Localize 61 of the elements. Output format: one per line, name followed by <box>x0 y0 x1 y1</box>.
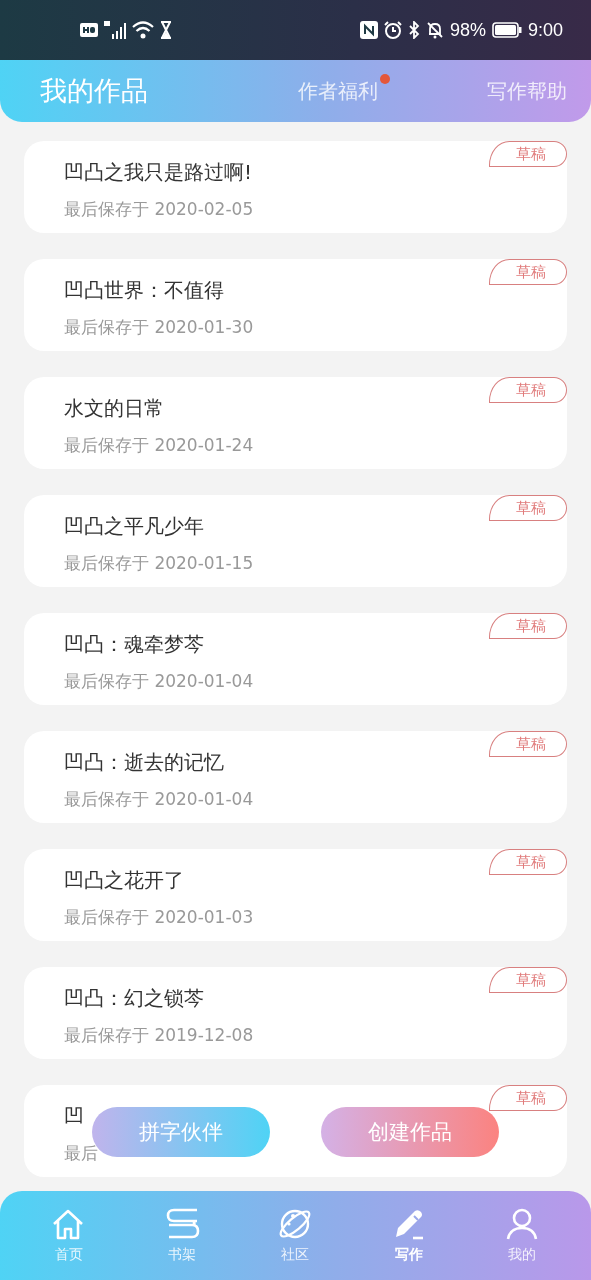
work-card[interactable]: 凹凸之我只是路过啊! 最后保存于 2020-02-05 草稿 <box>24 141 567 233</box>
save-date: 最后保存于 2020-01-03 <box>64 906 255 929</box>
work-title: 凹凸：幻之锁芩 <box>64 985 205 1012</box>
work-title: 凹凸之我只是路过啊! <box>64 159 254 186</box>
save-date: 最后保存于 2020-01-15 <box>64 552 255 575</box>
work-card[interactable]: 凹凸：幻之锁芩 最后保存于 2019-12-08 草稿 <box>24 967 567 1059</box>
draft-tag: 草稿 <box>489 1085 567 1111</box>
work-title: 凹凸之花开了 <box>64 867 185 894</box>
hourglass-icon <box>160 21 172 39</box>
nav-label: 书架 <box>168 1246 197 1264</box>
work-card[interactable]: 凹凸世界：不值得 最后保存于 2020-01-30 草稿 <box>24 259 567 351</box>
nav-tab[interactable]: 写作 <box>368 1207 449 1264</box>
work-card[interactable]: 凹凸：逝去的记忆 最后保存于 2020-01-04 草稿 <box>24 731 567 823</box>
bluetooth-icon <box>407 21 420 39</box>
work-title: 凹凸之平凡少年 <box>64 513 205 540</box>
clock-time: 9:00 <box>527 19 563 41</box>
battery-icon <box>491 22 522 38</box>
work-title: 凹 <box>64 1103 85 1130</box>
nav-label: 社区 <box>281 1246 310 1264</box>
work-card[interactable]: 水文的日常 最后保存于 2020-01-24 草稿 <box>24 377 567 469</box>
person-icon <box>504 1207 540 1242</box>
tab[interactable]: 写作帮助 <box>487 75 567 107</box>
save-date: 最后保存于 2020-01-24 <box>64 434 255 457</box>
tab[interactable]: 我的作品 <box>40 71 148 111</box>
nav-label: 我的 <box>508 1246 537 1264</box>
draft-tag: 草稿 <box>489 141 567 167</box>
wifi-icon <box>132 21 154 39</box>
nfc-icon <box>359 21 378 39</box>
work-card[interactable]: 凹凸之花开了 最后保存于 2020-01-03 草稿 <box>24 849 567 941</box>
save-date: 最后保存于 2020-01-04 <box>64 670 255 693</box>
draft-tag: 草稿 <box>489 259 567 285</box>
create-work-button[interactable]: 创建作品 <box>321 1107 499 1157</box>
draft-tag: 草稿 <box>489 377 567 403</box>
nav-tab[interactable]: 社区 <box>255 1207 336 1264</box>
work-card[interactable]: 凹凸：魂牵梦芩 最后保存于 2020-01-04 草稿 <box>24 613 567 705</box>
work-title: 凹凸：逝去的记忆 <box>64 749 225 776</box>
save-date: 最后保存于 2019-12-08 <box>64 1024 255 1047</box>
muted-bell-icon <box>425 21 444 39</box>
draft-tag: 草稿 <box>489 613 567 639</box>
tab[interactable]: 作者福利 <box>297 75 378 107</box>
save-date: 最后保存于 2020-01-04 <box>64 788 255 811</box>
work-title: 水文的日常 <box>64 395 165 422</box>
draft-tag: 草稿 <box>489 849 567 875</box>
save-date: 最后保存于 2020-02-05 <box>64 198 255 221</box>
work-title: 凹凸世界：不值得 <box>64 277 225 304</box>
work-title: 凹凸：魂牵梦芩 <box>64 631 205 658</box>
hd-icon <box>80 23 98 37</box>
notification-dot <box>379 73 390 84</box>
alarm-icon <box>383 21 402 39</box>
save-date: 最后保存于 2020-01-30 <box>64 316 255 339</box>
signal-icon <box>104 21 126 39</box>
battery-percent: 98% <box>449 19 486 41</box>
nav-label: 写作 <box>394 1246 423 1264</box>
nav-label: 首页 <box>54 1246 83 1264</box>
draft-tag: 草稿 <box>489 967 567 993</box>
draft-tag: 草稿 <box>489 495 567 521</box>
work-card[interactable]: 凹凸之平凡少年 最后保存于 2020-01-15 草稿 <box>24 495 567 587</box>
nav-tab[interactable]: 首页 <box>28 1207 109 1264</box>
nav-tab[interactable]: 我的 <box>482 1207 563 1264</box>
draft-tag: 草稿 <box>489 731 567 757</box>
nav-tab[interactable]: 书架 <box>142 1207 223 1264</box>
